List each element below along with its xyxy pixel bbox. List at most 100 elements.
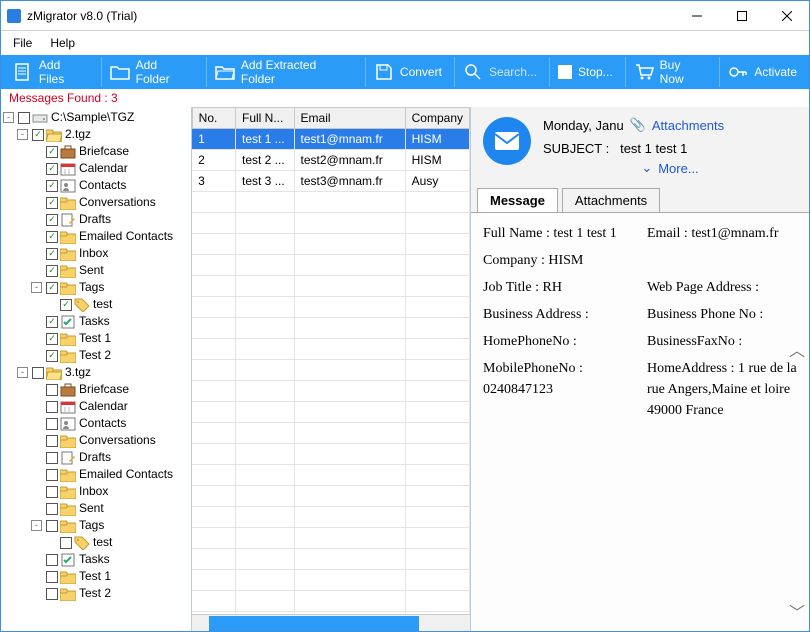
tree-row[interactable]: ✓Inbox	[3, 245, 191, 262]
collapse-icon[interactable]: -	[31, 282, 42, 293]
table-row[interactable]: 1test 1 ...test1@mnam.frHISM	[192, 129, 469, 150]
checkbox[interactable]	[60, 537, 72, 549]
scroll-up-icon[interactable]: ︿	[789, 337, 805, 361]
checkbox[interactable]	[32, 367, 44, 379]
convert-button[interactable]: Convert	[365, 57, 450, 87]
tree-row[interactable]: Emailed Contacts	[3, 466, 191, 483]
checkbox[interactable]: ✓	[46, 282, 58, 294]
checkbox[interactable]	[46, 503, 58, 515]
h-scrollbar[interactable]	[192, 614, 470, 631]
checkbox[interactable]: ✓	[46, 163, 58, 175]
collapse-icon[interactable]: -	[31, 520, 42, 531]
table-row[interactable]: 3test 3 ...test3@mnam.frAusy	[192, 171, 469, 192]
checkbox[interactable]: ✓	[46, 265, 58, 277]
tree-row[interactable]: -C:\Sample\TGZ	[3, 109, 191, 126]
tree-row[interactable]: Tasks	[3, 551, 191, 568]
maximize-button[interactable]	[719, 1, 764, 30]
tree-row[interactable]: -Tags	[3, 517, 191, 534]
checkbox[interactable]	[46, 384, 58, 396]
tree-row[interactable]: -✓Tags	[3, 279, 191, 296]
cell-name: test 2 ...	[236, 150, 295, 171]
add-folder-button[interactable]: Add Folder	[101, 57, 202, 87]
add-extracted-button[interactable]: Add Extracted Folder	[206, 57, 361, 87]
tree-label: Contacts	[78, 415, 126, 432]
tree-row[interactable]: ✓Sent	[3, 262, 191, 279]
menu-file[interactable]: File	[13, 36, 32, 50]
checkbox[interactable]: ✓	[46, 197, 58, 209]
collapse-icon[interactable]: -	[3, 112, 14, 123]
checkbox[interactable]: ✓	[60, 299, 72, 311]
stop-button[interactable]: Stop...	[549, 57, 621, 87]
activate-button[interactable]: Activate	[719, 57, 805, 87]
tree-row[interactable]: -3.tgz	[3, 364, 191, 381]
search-box[interactable]: Search...	[454, 57, 545, 87]
checkbox[interactable]	[46, 452, 58, 464]
tree-row[interactable]: Drafts	[3, 449, 191, 466]
preview-header: Monday, Janu 📎 Attachments SUBJECT : tes…	[471, 107, 809, 182]
col-company[interactable]: Company	[405, 108, 469, 129]
tree-row[interactable]: -✓2.tgz	[3, 126, 191, 143]
checkbox[interactable]	[18, 112, 30, 124]
checkbox[interactable]: ✓	[46, 333, 58, 345]
menu-help[interactable]: Help	[50, 36, 75, 50]
tab-attachments[interactable]: Attachments	[562, 188, 660, 212]
checkbox[interactable]: ✓	[46, 146, 58, 158]
tree-row[interactable]: Contacts	[3, 415, 191, 432]
checkbox[interactable]	[46, 588, 58, 600]
checkbox[interactable]	[46, 571, 58, 583]
main-area: -C:\Sample\TGZ-✓2.tgz✓Briefcase✓Calendar…	[1, 107, 809, 631]
checkbox[interactable]	[46, 520, 58, 532]
grid-wrap[interactable]: No. Full N... Email Company 1test 1 ...t…	[192, 107, 470, 614]
tree-row[interactable]: ✓Test 1	[3, 330, 191, 347]
tree-row[interactable]: ✓Briefcase	[3, 143, 191, 160]
checkbox[interactable]	[46, 435, 58, 447]
scroll-down-icon[interactable]: ﹀	[789, 599, 805, 623]
close-button[interactable]	[764, 1, 809, 30]
checkbox[interactable]: ✓	[46, 350, 58, 362]
col-no[interactable]: No.	[192, 108, 235, 129]
chevron-down-icon: ⌄	[641, 160, 652, 176]
tree-row[interactable]: ✓test	[3, 296, 191, 313]
checkbox[interactable]	[46, 554, 58, 566]
tab-message[interactable]: Message	[477, 188, 558, 212]
tree-label: Tasks	[78, 551, 110, 568]
table-row-empty	[192, 486, 469, 507]
checkbox[interactable]	[46, 401, 58, 413]
tree-row[interactable]: Test 1	[3, 568, 191, 585]
tree-row[interactable]: ✓Test 2	[3, 347, 191, 364]
checkbox[interactable]: ✓	[46, 316, 58, 328]
tree-row[interactable]: ✓Tasks	[3, 313, 191, 330]
collapse-icon[interactable]: -	[17, 129, 28, 140]
folder-icon	[60, 434, 76, 448]
buy-now-button[interactable]: Buy Now	[625, 57, 716, 87]
tree-row[interactable]: Briefcase	[3, 381, 191, 398]
checkbox[interactable]	[46, 486, 58, 498]
checkbox[interactable]	[46, 418, 58, 430]
checkbox[interactable]	[46, 469, 58, 481]
table-row[interactable]: 2test 2 ...test2@mnam.frHISM	[192, 150, 469, 171]
checkbox[interactable]: ✓	[46, 248, 58, 260]
tree-row[interactable]: ✓Drafts	[3, 211, 191, 228]
col-email[interactable]: Email	[294, 108, 405, 129]
tree-row[interactable]: ✓Emailed Contacts	[3, 228, 191, 245]
checkbox[interactable]: ✓	[32, 129, 44, 141]
checkbox[interactable]: ✓	[46, 231, 58, 243]
attachments-link[interactable]: Attachments	[652, 118, 724, 133]
add-files-button[interactable]: Add Files	[5, 57, 97, 87]
tree-row[interactable]: ✓Contacts	[3, 177, 191, 194]
tree-row[interactable]: ✓Conversations	[3, 194, 191, 211]
tree-row[interactable]: Test 2	[3, 585, 191, 602]
tree-row[interactable]: Calendar	[3, 398, 191, 415]
tree-row[interactable]: Inbox	[3, 483, 191, 500]
checkbox[interactable]: ✓	[46, 214, 58, 226]
more-link[interactable]: ⌄ More...	[543, 156, 797, 176]
tree-row[interactable]: Sent	[3, 500, 191, 517]
tree-row[interactable]: Conversations	[3, 432, 191, 449]
checkbox[interactable]: ✓	[46, 180, 58, 192]
collapse-icon[interactable]: -	[17, 367, 28, 378]
tree-row[interactable]: test	[3, 534, 191, 551]
minimize-button[interactable]	[674, 1, 719, 30]
folder-tree[interactable]: -C:\Sample\TGZ-✓2.tgz✓Briefcase✓Calendar…	[1, 107, 192, 631]
tree-row[interactable]: ✓Calendar	[3, 160, 191, 177]
col-name[interactable]: Full N...	[236, 108, 295, 129]
